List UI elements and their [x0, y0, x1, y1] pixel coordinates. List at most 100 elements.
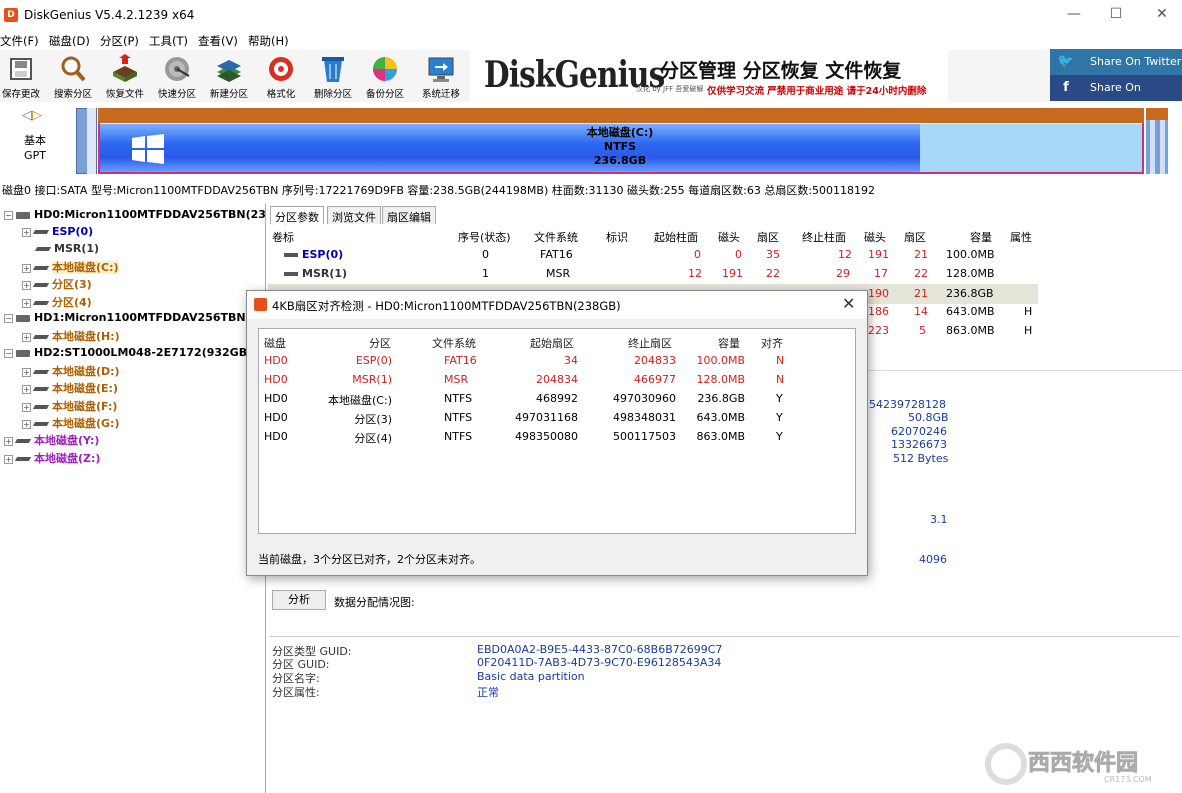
- cell: 128.0MB: [946, 267, 995, 280]
- delete-partition-button[interactable]: 删除分区: [310, 52, 356, 100]
- menu-help[interactable]: 帮助(H): [248, 33, 289, 49]
- col-header[interactable]: 起始柱面: [654, 229, 698, 245]
- maximize-button[interactable]: ☐: [1106, 6, 1126, 24]
- arrow-left-icon[interactable]: ◁: [22, 108, 32, 123]
- expand-icon[interactable]: +: [22, 402, 31, 412]
- col-header[interactable]: 磁头: [718, 229, 740, 245]
- disk-icon: [16, 349, 30, 357]
- col-header[interactable]: 终止柱面: [802, 229, 846, 245]
- expand-icon[interactable]: +: [4, 436, 13, 446]
- menu-view[interactable]: 查看(V): [198, 33, 238, 49]
- col-header[interactable]: 对齐: [761, 335, 783, 351]
- minimize-button[interactable]: —: [1064, 6, 1084, 24]
- col-header[interactable]: 起始扇区: [530, 335, 574, 351]
- col-header[interactable]: 属性: [1010, 229, 1032, 245]
- partition-c-header-bar: [98, 108, 1144, 123]
- col-header[interactable]: 文件系统: [432, 335, 476, 351]
- analyze-button[interactable]: 分析: [272, 590, 326, 610]
- expand-icon[interactable]: +: [22, 384, 31, 394]
- disk-nav-arrows[interactable]: ◁▷: [22, 108, 42, 123]
- window-title: DiskGenius V5.4.2.1239 x64: [24, 8, 195, 22]
- cell: 22: [914, 267, 928, 280]
- col-header[interactable]: 卷标: [272, 229, 294, 245]
- col-header[interactable]: 磁头: [864, 229, 886, 245]
- expand-icon[interactable]: +: [22, 263, 31, 273]
- col-header[interactable]: 序号(状态): [458, 229, 511, 245]
- dialog-close-button[interactable]: ✕: [842, 294, 855, 313]
- menu-disk[interactable]: 磁盘(D): [49, 33, 90, 49]
- small-partition-strip[interactable]: [87, 108, 96, 174]
- table-row[interactable]: MSR(1): [284, 267, 347, 280]
- collapse-icon[interactable]: −: [4, 210, 13, 220]
- col-header[interactable]: 容量: [970, 229, 992, 245]
- close-button[interactable]: ✕: [1152, 6, 1172, 24]
- search-partition-button[interactable]: 搜索分区: [50, 52, 96, 100]
- alignment-cell: 498350080: [515, 430, 578, 443]
- col-header[interactable]: 终止扇区: [628, 335, 672, 351]
- col-header[interactable]: 扇区: [904, 229, 926, 245]
- tree-partition-h[interactable]: + 本地磁盘(H:): [22, 328, 120, 344]
- collapse-icon[interactable]: −: [4, 348, 13, 358]
- tree-partition-4[interactable]: + 分区(4): [22, 294, 92, 310]
- detail-value: 50.8GB: [908, 411, 949, 424]
- tree-label: 分区(3): [52, 278, 92, 291]
- tree-partition-esp[interactable]: + ESP(0): [22, 225, 93, 238]
- tree-partition-z[interactable]: + 本地磁盘(Z:): [4, 450, 100, 466]
- expand-icon[interactable]: +: [4, 454, 13, 464]
- tree-partition-f[interactable]: + 本地磁盘(F:): [22, 398, 117, 414]
- watermark-text: 西西软件园: [1028, 750, 1138, 776]
- tree-partition-3[interactable]: + 分区(3): [22, 276, 92, 292]
- tree-partition-e[interactable]: + 本地磁盘(E:): [22, 380, 118, 396]
- expand-icon[interactable]: +: [22, 367, 31, 377]
- save-icon: [10, 58, 32, 80]
- col-header[interactable]: 磁盘: [264, 335, 286, 351]
- tree-disk-hd1[interactable]: − HD1:Micron1100MTFDDAV256TBN: [4, 311, 246, 324]
- expand-icon[interactable]: +: [22, 280, 31, 290]
- cell: 21: [914, 287, 928, 300]
- col-header[interactable]: 分区: [369, 335, 391, 351]
- tree-partition-c[interactable]: + 本地磁盘(C:): [22, 259, 119, 275]
- system-migration-button[interactable]: 系统迁移: [418, 52, 464, 100]
- recover-files-icon: [113, 54, 137, 82]
- backup-partition-button[interactable]: 备份分区: [362, 52, 408, 100]
- tree-partition-g[interactable]: + 本地磁盘(G:): [22, 415, 119, 431]
- tree-disk-hd0[interactable]: − HD0:Micron1100MTFDDAV256TBN(23: [4, 208, 266, 221]
- partition-c-label: 本地磁盘(C:) NTFS 236.8GB: [540, 126, 700, 168]
- menu-tools[interactable]: 工具(T): [149, 33, 188, 49]
- share-twitter-label: Share On Twitter: [1090, 55, 1182, 68]
- expand-icon[interactable]: +: [22, 227, 31, 237]
- new-partition-button[interactable]: 新建分区: [206, 52, 252, 100]
- tree-label: MSR(1): [54, 242, 100, 255]
- tab-sector-editor[interactable]: 扇区编辑: [382, 206, 436, 224]
- menu-file[interactable]: 文件(F): [0, 33, 39, 49]
- expand-icon[interactable]: +: [22, 419, 31, 429]
- save-button[interactable]: 保存更改: [0, 52, 44, 100]
- cell: 5: [919, 324, 926, 337]
- tree-partition-y[interactable]: + 本地磁盘(Y:): [4, 432, 99, 448]
- tree-disk-hd2[interactable]: − HD2:ST1000LM048-2E7172(932GB): [4, 346, 252, 359]
- expand-icon[interactable]: +: [22, 332, 31, 342]
- recover-files-button[interactable]: 恢复文件: [102, 52, 148, 100]
- collapse-icon[interactable]: −: [4, 313, 13, 323]
- partition-icon: [284, 272, 298, 276]
- table-row[interactable]: ESP(0): [284, 248, 343, 261]
- cell: 863.0MB: [946, 324, 995, 337]
- tab-partition-params[interactable]: 分区参数: [270, 206, 324, 224]
- expand-icon[interactable]: +: [22, 298, 31, 308]
- col-header[interactable]: 容量: [718, 335, 740, 351]
- tree-partition-d[interactable]: + 本地磁盘(D:): [22, 363, 120, 379]
- share-facebook-button[interactable]: fShare On Facebook: [1050, 75, 1182, 120]
- menu-partition[interactable]: 分区(P): [100, 33, 139, 49]
- arrow-right-icon[interactable]: ▷: [32, 108, 42, 123]
- quick-partition-button[interactable]: 快速分区: [154, 52, 200, 100]
- cell-label: MSR(1): [302, 267, 348, 280]
- tab-browse-files[interactable]: 浏览文件: [327, 206, 381, 224]
- col-header[interactable]: 扇区: [757, 229, 779, 245]
- guid-value: Basic data partition: [477, 670, 585, 683]
- guid-value: 正常: [477, 686, 499, 699]
- tree-partition-msr[interactable]: MSR(1): [34, 242, 100, 255]
- col-header[interactable]: 文件系统: [534, 229, 578, 245]
- share-twitter-button[interactable]: 🐦 Share On Twitter: [1050, 49, 1182, 75]
- col-header[interactable]: 标识: [606, 229, 628, 245]
- format-button[interactable]: 格式化: [258, 52, 304, 100]
